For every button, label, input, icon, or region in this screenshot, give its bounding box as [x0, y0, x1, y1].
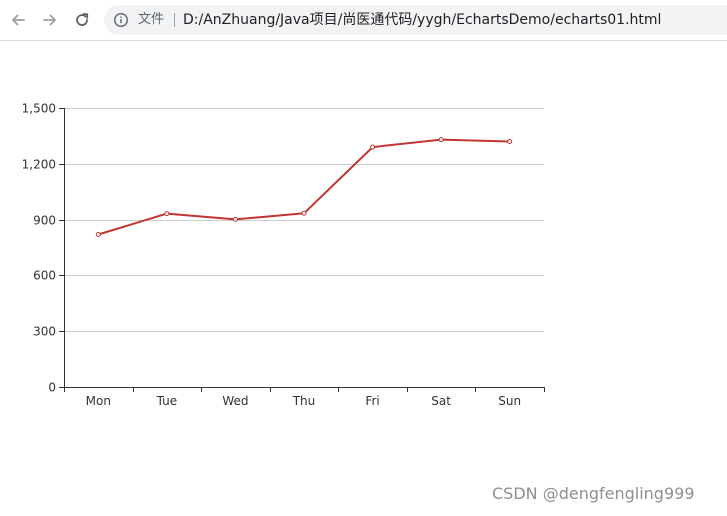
- series-points: [95, 137, 513, 237]
- x-tick-labels: Mon Tue Wed Thu Fri Sat Sun: [86, 394, 521, 408]
- address-separator: [174, 13, 175, 27]
- x-tick-label: Fri: [365, 394, 379, 408]
- y-tick-label: 900: [33, 214, 56, 228]
- back-arrow-icon: [12, 14, 25, 26]
- y-tick-label: 1,500: [22, 102, 56, 116]
- axes: [59, 108, 545, 392]
- reload-icon: [76, 13, 89, 26]
- y-tick-label: 600: [33, 269, 56, 283]
- data-point: [438, 137, 444, 143]
- data-point: [370, 144, 376, 150]
- x-tick-label: Mon: [86, 394, 111, 408]
- x-tick-label: Sat: [431, 394, 451, 408]
- data-point: [232, 216, 238, 222]
- watermark-text: CSDN @dengfengling999: [492, 484, 695, 503]
- y-tick-labels: 0 300 600 900 1,200 1,500: [22, 102, 56, 395]
- x-tick-label: Tue: [156, 394, 178, 408]
- url-text[interactable]: D:/AnZhuang/Java项目/尚医通代码/yygh/EchartsDem…: [183, 11, 661, 29]
- info-icon[interactable]: [112, 11, 130, 29]
- data-point: [507, 138, 513, 144]
- back-button[interactable]: [4, 6, 32, 34]
- forward-button[interactable]: [36, 6, 64, 34]
- x-tick-label: Sun: [498, 394, 521, 408]
- forward-arrow-icon: [43, 14, 56, 26]
- y-tick-label: 1,200: [22, 158, 56, 172]
- browser-toolbar: 文件 D:/AnZhuang/Java项目/尚医通代码/yygh/Echarts…: [0, 0, 727, 41]
- y-tick-label: 300: [33, 325, 56, 339]
- address-bar[interactable]: 文件 D:/AnZhuang/Java项目/尚医通代码/yygh/Echarts…: [104, 5, 727, 35]
- data-point: [95, 231, 101, 237]
- x-tick-label: Wed: [222, 394, 248, 408]
- line-chart: 0 300 600 900 1,200 1,500 Mon Tue Wed Thu Fri Sat S…: [22, 102, 545, 408]
- grid-lines: [64, 108, 544, 332]
- x-tick-label: Thu: [292, 394, 316, 408]
- data-point: [301, 210, 307, 216]
- y-tick-label: 0: [48, 381, 56, 395]
- reload-button[interactable]: [68, 6, 96, 34]
- data-point: [164, 211, 170, 217]
- scheme-label: 文件: [138, 12, 165, 27]
